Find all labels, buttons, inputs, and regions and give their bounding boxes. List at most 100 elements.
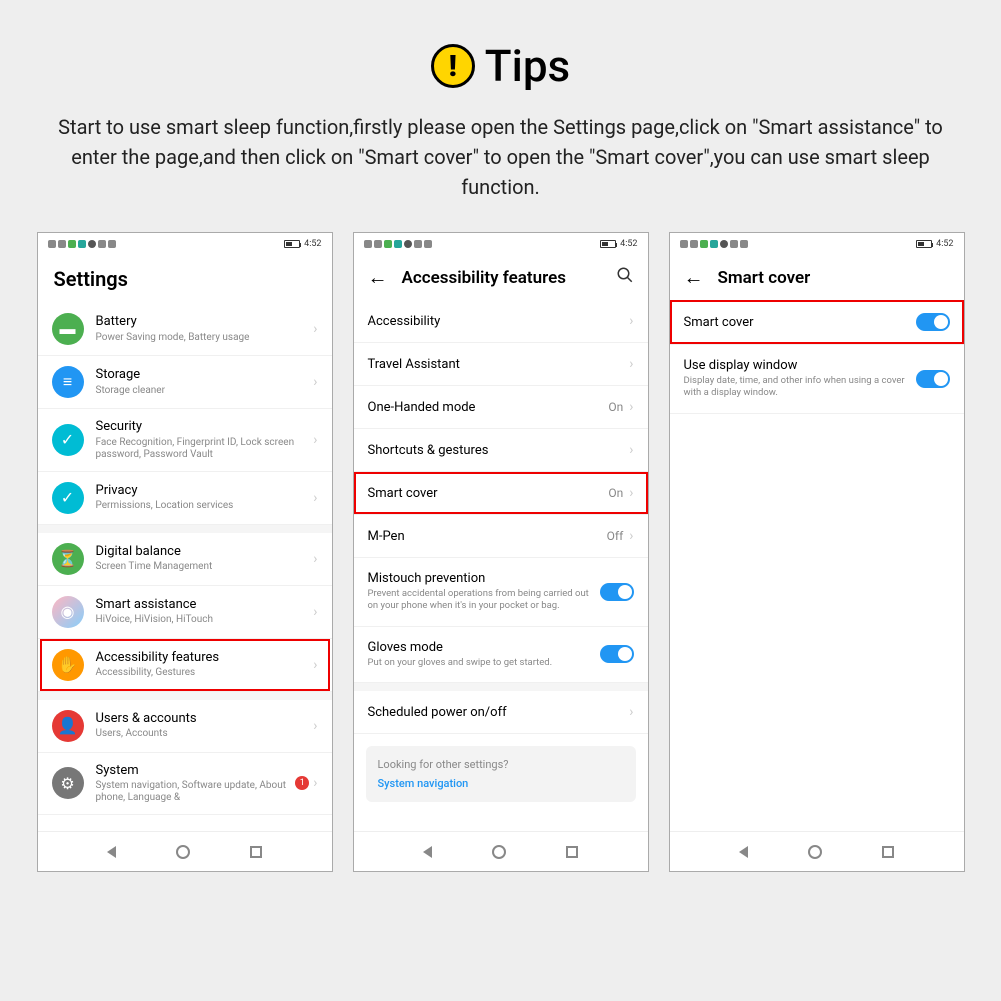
item-value: On (608, 400, 623, 414)
settings-item[interactable]: ◉ Smart assistance HiVoice, HiVision, Hi… (38, 586, 332, 639)
phone-settings: 4:52 Settings ▬ Battery Power Saving mod… (37, 232, 333, 872)
item-title: Storage (96, 367, 314, 383)
tips-title: Tips (485, 40, 570, 92)
accessibility-item[interactable]: Gloves modePut on your gloves and swipe … (354, 627, 648, 683)
item-icon: ⚙ (52, 767, 84, 799)
status-time: 4:52 (936, 239, 953, 249)
back-icon[interactable]: ← (684, 265, 704, 290)
recent-nav-icon[interactable] (882, 846, 894, 858)
hint-question: Looking for other settings? (378, 758, 624, 771)
item-subtitle: Storage cleaner (96, 385, 314, 397)
recent-nav-icon[interactable] (566, 846, 578, 858)
item-icon: ≡ (52, 366, 84, 398)
accessibility-item[interactable]: Shortcuts & gestures› (354, 429, 648, 472)
settings-item[interactable]: ✓ Security Face Recognition, Fingerprint… (38, 409, 332, 472)
item-icon: ✓ (52, 482, 84, 514)
item-icon: ✋ (52, 649, 84, 681)
home-nav-icon[interactable] (176, 845, 190, 859)
settings-item[interactable]: 👤 Users & accounts Users, Accounts › (38, 700, 332, 753)
chevron-right-icon: › (629, 313, 633, 329)
toggle-switch[interactable] (600, 583, 634, 601)
item-title: Smart cover (684, 315, 916, 330)
accessibility-item[interactable]: Travel Assistant› (354, 343, 648, 386)
accessibility-item[interactable]: One-Handed modeOn › (354, 386, 648, 429)
settings-item[interactable]: ≡ Storage Storage cleaner › (38, 356, 332, 409)
item-title: Accessibility features (96, 650, 314, 666)
item-subtitle: Screen Time Management (96, 561, 314, 573)
item-subtitle: Display date, time, and other info when … (684, 375, 916, 400)
settings-item[interactable]: ✓ Privacy Permissions, Location services… (38, 472, 332, 525)
chevron-right-icon: › (629, 399, 633, 415)
accessibility-item[interactable]: Mistouch prevention Prevent accidental op… (354, 558, 648, 627)
status-bar: 4:52 (38, 233, 332, 255)
item-title: Battery (96, 314, 314, 330)
item-title: Gloves mode (368, 640, 600, 655)
settings-item[interactable]: ⏳ Digital balance Screen Time Management… (38, 533, 332, 586)
accessibility-item[interactable]: Accessibility› (354, 300, 648, 343)
chevron-right-icon: › (629, 485, 633, 501)
chevron-right-icon: › (313, 432, 317, 448)
item-title: Privacy (96, 483, 314, 499)
toggle-switch[interactable] (916, 313, 950, 331)
smart-cover-item[interactable]: Smart cover (670, 300, 964, 345)
item-subtitle: Users, Accounts (96, 728, 314, 740)
item-title: Smart cover (368, 486, 609, 501)
exclamation-icon: ! (431, 44, 475, 88)
accessibility-item[interactable]: M-PenOff› (354, 515, 648, 558)
chevron-right-icon: › (629, 356, 633, 372)
status-time: 4:52 (620, 239, 637, 249)
chevron-right-icon: › (313, 604, 317, 620)
toggle-switch[interactable] (916, 370, 950, 388)
item-subtitle: Permissions, Location services (96, 500, 314, 512)
item-title: One-Handed mode (368, 400, 609, 415)
chevron-right-icon: › (629, 704, 633, 720)
notification-badge: 1 (295, 776, 309, 790)
item-icon: ▬ (52, 313, 84, 345)
item-title: Security (96, 419, 314, 435)
item-title: Accessibility (368, 314, 630, 329)
item-icon: 👤 (52, 710, 84, 742)
smart-cover-title: Smart cover (718, 268, 811, 288)
toggle-switch[interactable] (600, 645, 634, 663)
settings-item[interactable]: ▬ Battery Power Saving mode, Battery usa… (38, 303, 332, 356)
item-title: Mistouch prevention (368, 571, 600, 586)
nav-bar (38, 831, 332, 871)
back-nav-icon[interactable] (423, 846, 432, 858)
hint-box: Looking for other settings? System navig… (366, 746, 636, 802)
nav-bar (354, 831, 648, 871)
item-title: Digital balance (96, 544, 314, 560)
status-time: 4:52 (304, 239, 321, 249)
home-nav-icon[interactable] (808, 845, 822, 859)
chevron-right-icon: › (313, 551, 317, 567)
search-icon[interactable] (616, 266, 634, 289)
back-nav-icon[interactable] (107, 846, 116, 858)
settings-item[interactable]: ✋ Accessibility features Accessibility, … (38, 639, 332, 692)
chevron-right-icon: › (313, 490, 317, 506)
chevron-right-icon: › (313, 321, 317, 337)
back-icon[interactable]: ← (368, 265, 388, 290)
item-subtitle: Face Recognition, Fingerprint ID, Lock s… (96, 437, 314, 461)
item-subtitle: Power Saving mode, Battery usage (96, 332, 314, 344)
home-nav-icon[interactable] (492, 845, 506, 859)
chevron-right-icon: › (313, 657, 317, 673)
settings-item[interactable]: ⚙ System System navigation, Software upd… (38, 753, 332, 816)
item-value: Off (607, 529, 624, 543)
item-title: Travel Assistant (368, 357, 630, 372)
smart-cover-item[interactable]: Use display windowDisplay date, time, an… (670, 345, 964, 414)
item-subtitle: Prevent accidental operations from being… (368, 588, 600, 613)
accessibility-item[interactable]: Scheduled power on/off› (354, 683, 648, 734)
chevron-right-icon: › (313, 775, 317, 791)
hint-link[interactable]: System navigation (378, 777, 624, 790)
item-title: Users & accounts (96, 711, 314, 727)
phone-accessibility: 4:52 ← Accessibility features Accessibil… (353, 232, 649, 872)
tips-description: Start to use smart sleep function,firstl… (51, 112, 951, 202)
recent-nav-icon[interactable] (250, 846, 262, 858)
accessibility-item[interactable]: Smart coverOn› (354, 472, 648, 515)
chevron-right-icon: › (313, 718, 317, 734)
item-icon: ◉ (52, 596, 84, 628)
item-subtitle: Accessibility, Gestures (96, 667, 314, 679)
item-title: System (96, 763, 296, 779)
item-title: Shortcuts & gestures (368, 443, 630, 458)
back-nav-icon[interactable] (739, 846, 748, 858)
status-bar: 4:52 (670, 233, 964, 255)
